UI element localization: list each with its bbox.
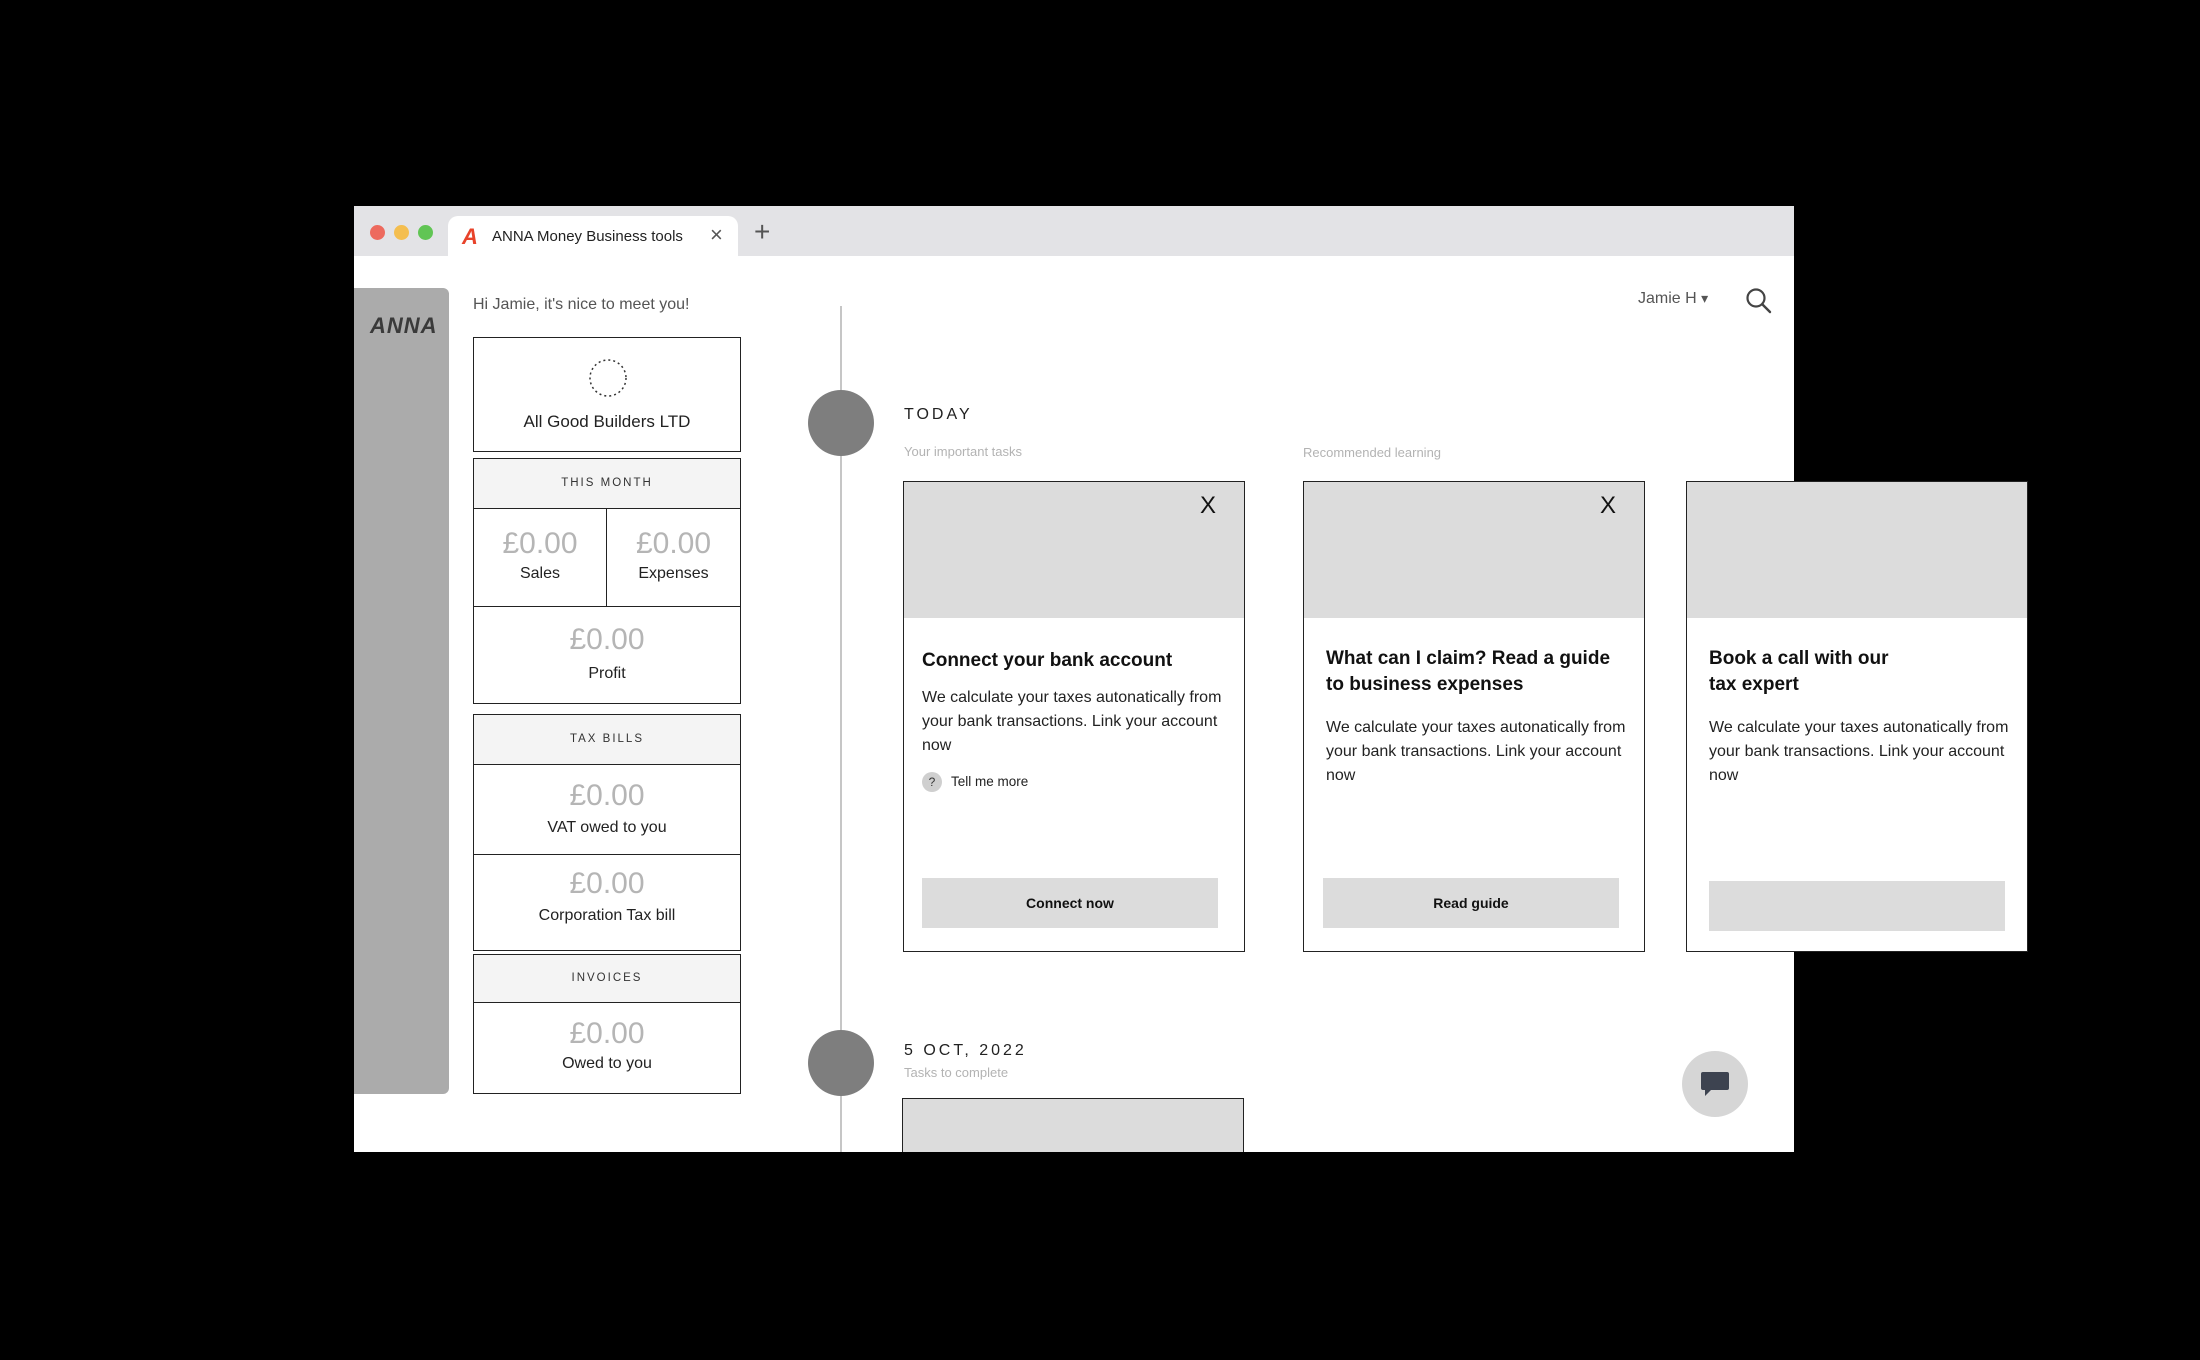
card-title: What can I claim? Read a guide to busine… [1326,648,1611,695]
expenses-label: Expenses [638,565,709,582]
chevron-down-icon: ▾ [1701,290,1709,306]
company-panel[interactable]: All Good Builders LTD [473,337,741,452]
close-window-button[interactable] [370,225,385,240]
tab-title: ANNA Money Business tools [492,228,683,245]
card-image-placeholder [904,482,1244,618]
connect-now-button[interactable]: Connect now [922,878,1218,928]
anna-logo[interactable]: ANNA [370,313,438,339]
owed-to-you-stat[interactable]: £0.00 Owed to you [474,1003,740,1093]
chat-button[interactable] [1682,1051,1748,1117]
connect-bank-card: X Connect your bank account We calculate… [903,481,1245,952]
company-name: All Good Builders LTD [523,412,691,431]
tasks-to-complete-label: Tasks to complete [904,1065,1009,1080]
new-tab-button[interactable]: + [754,216,770,248]
expenses-stat[interactable]: £0.00 Expenses [607,509,740,607]
corporation-tax-amount: £0.00 [569,867,645,900]
this-month-panel: THIS MONTH £0.00 Sales £0.00 Expenses £0… [473,458,741,704]
user-menu[interactable]: Jamie H ▾ [1638,290,1708,308]
greeting-text: Hi Jamie, it's nice to meet you! [473,296,690,313]
avatar-placeholder-icon [589,359,627,397]
read-guide-button[interactable]: Read guide [1323,878,1619,928]
card-description: We calculate your taxes autonatically fr… [922,689,1222,754]
user-name: Jamie H [1638,290,1697,307]
today-heading: TODAY [904,406,973,423]
browser-tab[interactable]: A ANNA Money Business tools × [448,216,738,256]
card-description: We calculate your taxes autonatically fr… [1326,719,1626,784]
maximize-window-button[interactable] [418,225,433,240]
invoices-heading: INVOICES [474,955,740,1003]
help-icon: ? [922,772,942,792]
profit-amount: £0.00 [569,623,645,656]
important-tasks-label: Your important tasks [904,444,1023,459]
card-image-placeholder [903,1099,1243,1152]
card-description: We calculate your taxes autonatically fr… [1709,719,2009,784]
left-nav-rail: ANNA [354,288,449,1094]
owed-amount: £0.00 [569,1017,645,1050]
search-icon[interactable] [1744,286,1774,316]
card-title: Connect your bank account [922,650,1173,671]
invoices-panel: INVOICES £0.00 Owed to you [473,954,741,1094]
dismiss-card-button[interactable]: X [1600,492,1616,520]
tax-bills-panel: TAX BILLS £0.00 VAT owed to you £0.00 Co… [473,714,741,951]
date-heading: 5 OCT, 2022 [904,1042,1027,1059]
close-tab-icon[interactable]: × [710,222,723,248]
timeline-marker-today [808,390,874,456]
chat-icon [1701,1072,1729,1096]
recommended-learning-label: Recommended learning [1303,445,1442,460]
task-card-partial[interactable] [902,1098,1244,1152]
vat-amount: £0.00 [569,779,645,812]
vat-label: VAT owed to you [547,819,667,836]
profit-label: Profit [588,665,626,682]
card-image-placeholder [1687,482,2027,618]
card-image-placeholder [1304,482,1644,618]
tell-me-more-text: Tell me more [951,774,1029,789]
owed-label: Owed to you [562,1055,652,1072]
tax-bills-heading: TAX BILLS [474,715,740,765]
book-call-card: Book a call with our tax expert We calcu… [1686,481,2028,952]
corporation-tax-stat[interactable]: £0.00 Corporation Tax bill [474,855,740,950]
anna-favicon-icon: A [462,224,478,249]
this-month-heading: THIS MONTH [474,459,740,509]
minimize-window-button[interactable] [394,225,409,240]
tab-bar: A ANNA Money Business tools × + [354,206,1794,256]
card-title: Book a call with our tax expert [1709,648,1889,695]
corporation-tax-label: Corporation Tax bill [538,907,676,924]
browser-window: A ANNA Money Business tools × + ANNA Hi … [354,206,1794,1152]
book-call-button[interactable] [1709,881,2005,931]
expenses-guide-card: X What can I claim? Read a guide to busi… [1303,481,1645,952]
dismiss-card-button[interactable]: X [1200,492,1216,520]
vat-stat[interactable]: £0.00 VAT owed to you [474,765,740,855]
expenses-amount: £0.00 [635,527,712,560]
profit-stat[interactable]: £0.00 Profit [474,607,740,703]
sales-stat[interactable]: £0.00 Sales [474,509,607,607]
sales-label: Sales [519,565,561,582]
timeline-marker-date [808,1030,874,1096]
sales-amount: £0.00 [502,527,578,560]
